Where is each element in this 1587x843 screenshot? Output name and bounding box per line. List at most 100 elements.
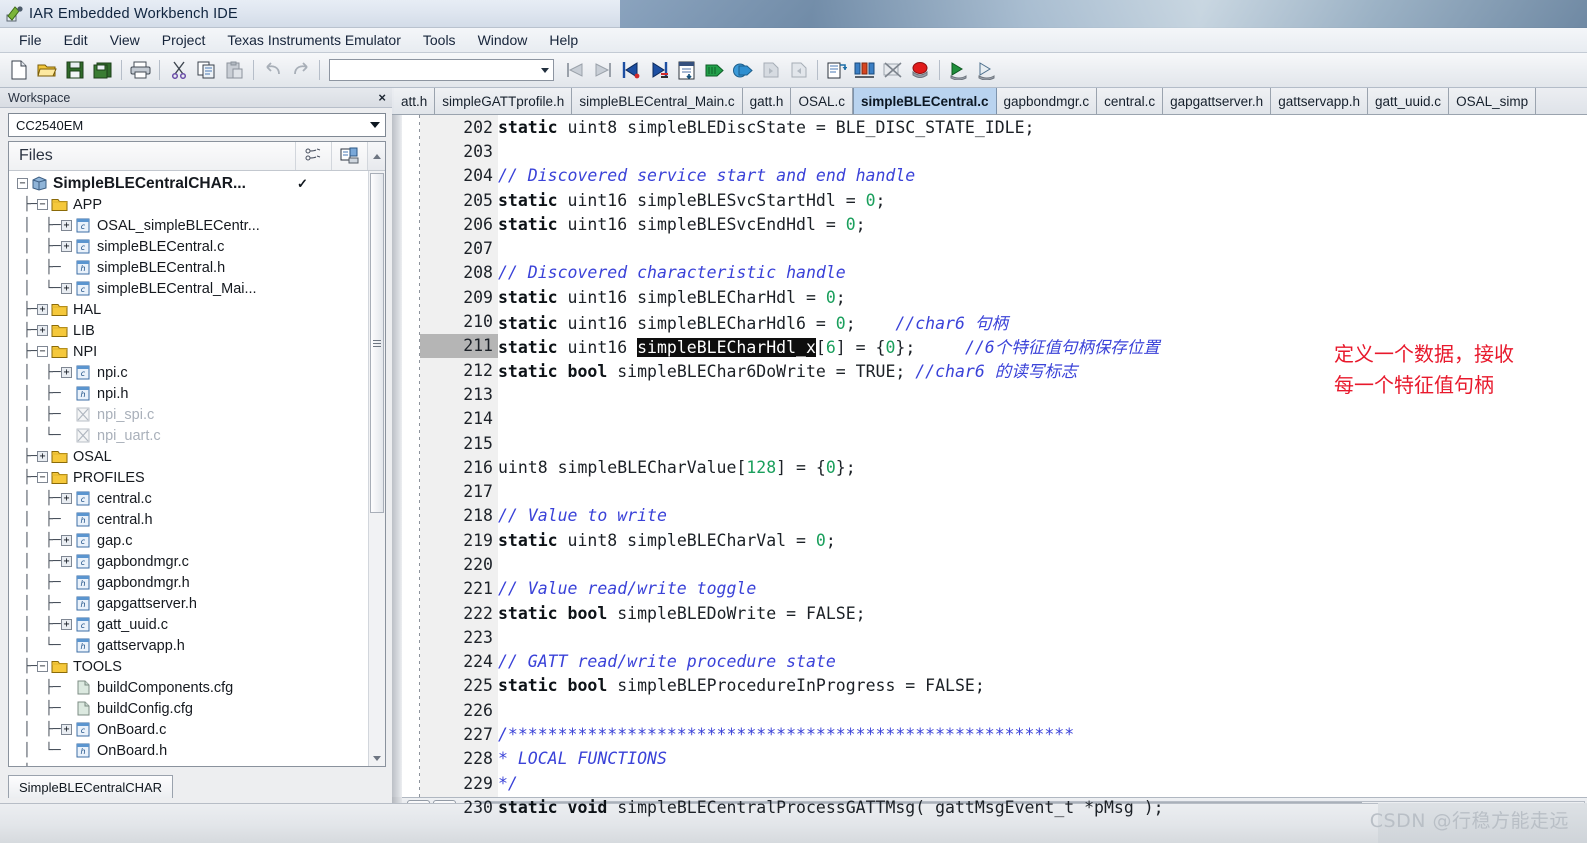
tree-item[interactable]: │└─npi_uart.c — [9, 425, 385, 446]
tree-item[interactable]: ├─−NPI — [9, 341, 385, 362]
tree-item[interactable]: │└─+csimpleBLECentral_Mai... — [9, 278, 385, 299]
tree-vertical-scrollbar[interactable] — [368, 171, 385, 766]
tree-item[interactable]: │├─hnpi.h — [9, 383, 385, 404]
redo-icon[interactable] — [287, 57, 314, 83]
menu-ti-emulator[interactable]: Texas Instruments Emulator — [216, 30, 412, 50]
code-line[interactable]: 227/************************************… — [392, 722, 1587, 746]
menu-help[interactable]: Help — [538, 30, 589, 50]
tree-expand-toggle[interactable]: + — [61, 535, 72, 546]
code-line[interactable]: 202static uint8 simpleBLEDiscState = BLE… — [392, 115, 1587, 139]
tree-expand-toggle[interactable]: + — [61, 367, 72, 378]
tree-expand-toggle[interactable]: + — [61, 619, 72, 630]
code-line[interactable]: 228* LOCAL FUNCTIONS — [392, 747, 1587, 771]
build-options-icon[interactable] — [331, 142, 367, 170]
cut-icon[interactable] — [165, 57, 192, 83]
disable-breakpoint-icon[interactable] — [879, 57, 906, 83]
tree-item[interactable]: │├─npi_spi.c — [9, 404, 385, 425]
build-configuration-select[interactable]: CC2540EM — [8, 113, 386, 137]
code-line[interactable]: 203 — [392, 139, 1587, 163]
print-icon[interactable] — [127, 57, 154, 83]
tree-item[interactable]: │├─hgapbondmgr.h — [9, 572, 385, 593]
menu-tools[interactable]: Tools — [412, 30, 467, 50]
tree-item[interactable]: −SimpleBLECentralCHAR...✓ — [9, 173, 385, 194]
tree-expand-toggle[interactable]: + — [61, 556, 72, 567]
find-in-files-icon[interactable] — [673, 57, 700, 83]
quick-search-combo[interactable] — [329, 59, 554, 81]
tree-item[interactable]: ├─−APP — [9, 194, 385, 215]
code-view[interactable]: 202static uint8 simpleBLEDiscState = BLE… — [392, 115, 1587, 820]
menu-edit[interactable]: Edit — [53, 30, 99, 50]
breakpoints-icon[interactable] — [851, 57, 878, 83]
tree-item[interactable]: │├─buildComponents.cfg — [9, 677, 385, 698]
editor-tab-gatt-uuid-c[interactable]: gatt_uuid.c — [1368, 88, 1449, 114]
code-line[interactable]: 207 — [392, 236, 1587, 260]
code-line[interactable]: 226 — [392, 698, 1587, 722]
tree-scroll-thumb[interactable] — [370, 173, 384, 513]
tree-item[interactable]: │└─hOnBoard.h — [9, 740, 385, 761]
step-back-icon[interactable] — [757, 57, 784, 83]
editor-tab-simplegattprofile-h[interactable]: simpleGATTprofile.h — [435, 88, 572, 114]
code-line[interactable]: 206static uint16 simpleBLESvcEndHdl = 0; — [392, 212, 1587, 236]
tree-item[interactable]: │├─hcentral.h — [9, 509, 385, 530]
tree-item[interactable]: │├─hgapgattserver.h — [9, 593, 385, 614]
tree-collapse-toggle[interactable]: − — [37, 346, 48, 357]
tree-item[interactable]: │├─hsimpleBLECentral.h — [9, 257, 385, 278]
tree-item[interactable]: │├─+ccentral.c — [9, 488, 385, 509]
tree-item[interactable]: ├─+HAL — [9, 299, 385, 320]
code-line[interactable]: 208// Discovered characteristic handle — [392, 261, 1587, 285]
tree-item[interactable]: │├─buildConfig.cfg — [9, 698, 385, 719]
editor-tab-gapgattserver-h[interactable]: gapgattserver.h — [1163, 88, 1271, 114]
tree-item[interactable]: │├─+cOSAL_simpleBLECentr... — [9, 215, 385, 236]
undo-icon[interactable] — [259, 57, 286, 83]
paste-icon[interactable] — [221, 57, 248, 83]
code-line[interactable]: 225static bool simpleBLEProcedureInProgr… — [392, 674, 1587, 698]
editor-tab-gatt-h[interactable]: gatt.h — [743, 88, 792, 114]
tree-item[interactable]: │├─+csimpleBLECentral.c — [9, 236, 385, 257]
code-line[interactable]: 204// Discovered service start and end h… — [392, 164, 1587, 188]
tree-item[interactable]: │├─+cgap.c — [9, 530, 385, 551]
make-icon[interactable] — [729, 57, 756, 83]
tree-item[interactable]: │├─+cOnBoard.c — [9, 719, 385, 740]
tree-expand-toggle[interactable]: + — [37, 325, 48, 336]
code-line[interactable]: 223 — [392, 625, 1587, 649]
debug-icon[interactable] — [823, 57, 850, 83]
stop-debug-icon[interactable] — [907, 57, 934, 83]
tree-expand-toggle[interactable]: + — [61, 220, 72, 231]
code-line[interactable]: 221// Value read/write toggle — [392, 577, 1587, 601]
tree-item[interactable]: │├─+cnpi.c — [9, 362, 385, 383]
tree-item[interactable]: ├─+OSAL — [9, 446, 385, 467]
editor-tab-osal-simp[interactable]: OSAL_simp — [1449, 88, 1536, 114]
goto-bookmark-icon[interactable] — [645, 57, 672, 83]
save-all-icon[interactable] — [89, 57, 116, 83]
code-line[interactable]: 216uint8 simpleBLECharValue[128] = {0}; — [392, 455, 1587, 479]
step-forward-icon[interactable] — [785, 57, 812, 83]
code-line[interactable]: 214 — [392, 407, 1587, 431]
menu-project[interactable]: Project — [151, 30, 217, 50]
code-line[interactable]: 218// Value to write — [392, 504, 1587, 528]
tree-item[interactable]: └─+Output — [9, 761, 385, 767]
tree-expand-toggle[interactable]: + — [37, 766, 48, 767]
menu-view[interactable]: View — [99, 30, 151, 50]
tree-item[interactable]: ├─−TOOLS — [9, 656, 385, 677]
tree-collapse-toggle[interactable]: − — [17, 178, 28, 189]
tree-scroll-up-button[interactable] — [367, 142, 385, 170]
tree-item[interactable]: │├─+cgatt_uuid.c — [9, 614, 385, 635]
code-line[interactable]: 210static uint16 simpleBLECharHdl6 = 0; … — [392, 309, 1587, 333]
open-folder-icon[interactable] — [33, 57, 60, 83]
editor-tab-gapbondmgr-c[interactable]: gapbondmgr.c — [997, 88, 1098, 114]
menu-file[interactable]: File — [8, 30, 53, 50]
code-line[interactable]: 224// GATT read/write procedure state — [392, 650, 1587, 674]
tree-item[interactable]: ├─−PROFILES — [9, 467, 385, 488]
editor-tab-osal-c[interactable]: OSAL.c — [791, 88, 853, 114]
code-line[interactable]: 217 — [392, 479, 1587, 503]
editor-tab-simpleblecentral-c[interactable]: simpleBLECentral.c — [853, 88, 997, 114]
code-line[interactable]: 209static uint16 simpleBLECharHdl = 0; — [392, 285, 1587, 309]
tree-item[interactable]: │├─+cgapbondmgr.c — [9, 551, 385, 572]
menu-window[interactable]: Window — [467, 30, 539, 50]
editor-tab-att-h[interactable]: att.h — [394, 88, 435, 114]
find-next-icon[interactable] — [589, 57, 616, 83]
tree-expand-toggle[interactable]: + — [61, 493, 72, 504]
code-line[interactable]: 222static bool simpleBLEDoWrite = FALSE; — [392, 601, 1587, 625]
new-document-icon[interactable] — [5, 57, 32, 83]
code-line[interactable]: 205static uint16 simpleBLESvcStartHdl = … — [392, 188, 1587, 212]
